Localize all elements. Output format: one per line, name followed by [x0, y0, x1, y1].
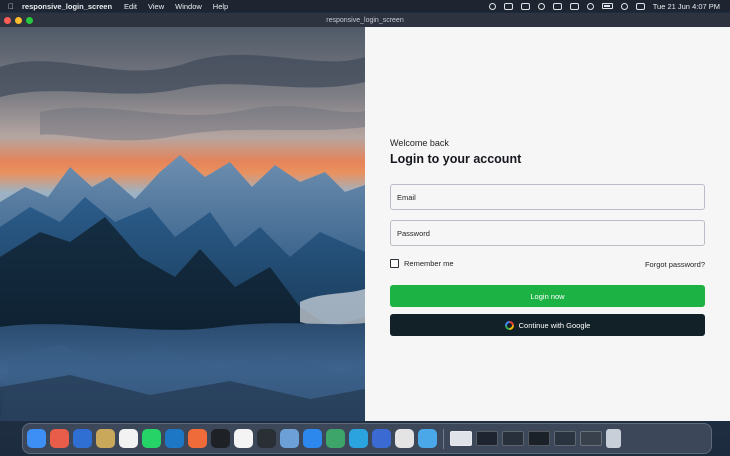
google-button-label: Continue with Google — [518, 320, 591, 330]
dock-window-thumbnail[interactable] — [450, 431, 472, 446]
telegram-icon[interactable] — [349, 429, 368, 448]
login-form: Welcome back Login to your account Email… — [365, 27, 730, 421]
display-icon[interactable] — [569, 2, 579, 10]
password-field[interactable]: Password — [390, 220, 705, 246]
menu-edit[interactable]: Edit — [124, 2, 137, 11]
google-signin-button[interactable]: Continue with Google — [390, 314, 705, 336]
menu-view[interactable]: View — [148, 2, 164, 11]
mountain-image — [0, 27, 365, 421]
forgot-password-link[interactable]: Forgot password? — [645, 260, 705, 269]
dock-window-thumbnail[interactable] — [476, 431, 498, 446]
app-window: responsive_login_screen Welcome back Log… — [0, 13, 730, 421]
wifi-icon[interactable] — [586, 2, 594, 10]
maximize-window-button[interactable] — [26, 16, 33, 24]
remember-me-label[interactable]: Remember me — [404, 259, 454, 268]
creative-cloud-icon[interactable] — [488, 2, 496, 10]
bluetooth-icon[interactable] — [537, 2, 545, 10]
finder-icon[interactable] — [27, 429, 46, 448]
menu-bar:  responsive_login_screen Edit View Wind… — [0, 0, 730, 12]
remember-me-checkbox[interactable] — [390, 259, 399, 268]
menu-clock[interactable]: Tue 21 Jun 4:07 PM — [653, 2, 720, 11]
control-center-icon[interactable] — [635, 2, 645, 10]
github-desktop-icon[interactable] — [119, 429, 138, 448]
photos-icon[interactable] — [96, 429, 115, 448]
email-field[interactable]: Email — [390, 184, 705, 210]
dock-windows — [450, 431, 602, 446]
dock-separator — [443, 428, 444, 449]
launchpad-icon[interactable] — [50, 429, 69, 448]
postman-icon[interactable] — [188, 429, 207, 448]
close-window-button[interactable] — [4, 16, 11, 24]
battery-icon[interactable] — [601, 3, 613, 9]
welcome-text: Welcome back — [390, 138, 449, 148]
login-heading: Login to your account — [390, 152, 522, 166]
email-label: Email — [397, 192, 416, 202]
vscode-icon[interactable] — [165, 429, 184, 448]
apple-icon[interactable]:  — [0, 2, 22, 11]
trash-icon[interactable] — [606, 429, 621, 448]
window-titlebar[interactable]: responsive_login_screen — [0, 13, 730, 27]
search-icon[interactable] — [620, 2, 628, 10]
volume-icon[interactable] — [520, 2, 530, 10]
dock-window-thumbnail[interactable] — [580, 431, 602, 446]
login-button[interactable]: Login now — [390, 285, 705, 307]
android-studio-icon[interactable] — [326, 429, 345, 448]
minimize-window-button[interactable] — [15, 16, 22, 24]
keyboard-icon[interactable] — [552, 2, 562, 10]
calendar-icon[interactable] — [234, 429, 253, 448]
terminal-icon[interactable] — [211, 429, 230, 448]
disk-utility-icon[interactable] — [280, 429, 299, 448]
window-title: responsive_login_screen — [326, 16, 404, 24]
password-label: Password — [397, 228, 430, 238]
menu-help[interactable]: Help — [213, 2, 228, 11]
menu-app-name[interactable]: responsive_login_screen — [22, 2, 112, 11]
traffic-lights — [0, 16, 33, 24]
remember-me-row[interactable]: Remember me — [390, 259, 454, 268]
menu-window[interactable]: Window — [175, 2, 202, 11]
mountain-illustration — [0, 27, 365, 421]
app-store-icon[interactable] — [303, 429, 322, 448]
camera-icon[interactable] — [503, 2, 513, 10]
safari-icon[interactable] — [73, 429, 92, 448]
status-area: Tue 21 Jun 4:07 PM — [488, 2, 730, 11]
flutter-icon[interactable] — [418, 429, 437, 448]
login-button-label: Login now — [530, 291, 565, 301]
whatsapp-icon[interactable] — [142, 429, 161, 448]
dock-window-thumbnail[interactable] — [528, 431, 550, 446]
iterm-icon[interactable] — [257, 429, 276, 448]
dock — [22, 423, 712, 454]
xcode-icon[interactable] — [372, 429, 391, 448]
chrome-icon[interactable] — [395, 429, 414, 448]
dock-apps — [27, 429, 437, 448]
dock-window-thumbnail[interactable] — [502, 431, 524, 446]
dock-window-thumbnail[interactable] — [554, 431, 576, 446]
google-icon — [504, 320, 514, 330]
